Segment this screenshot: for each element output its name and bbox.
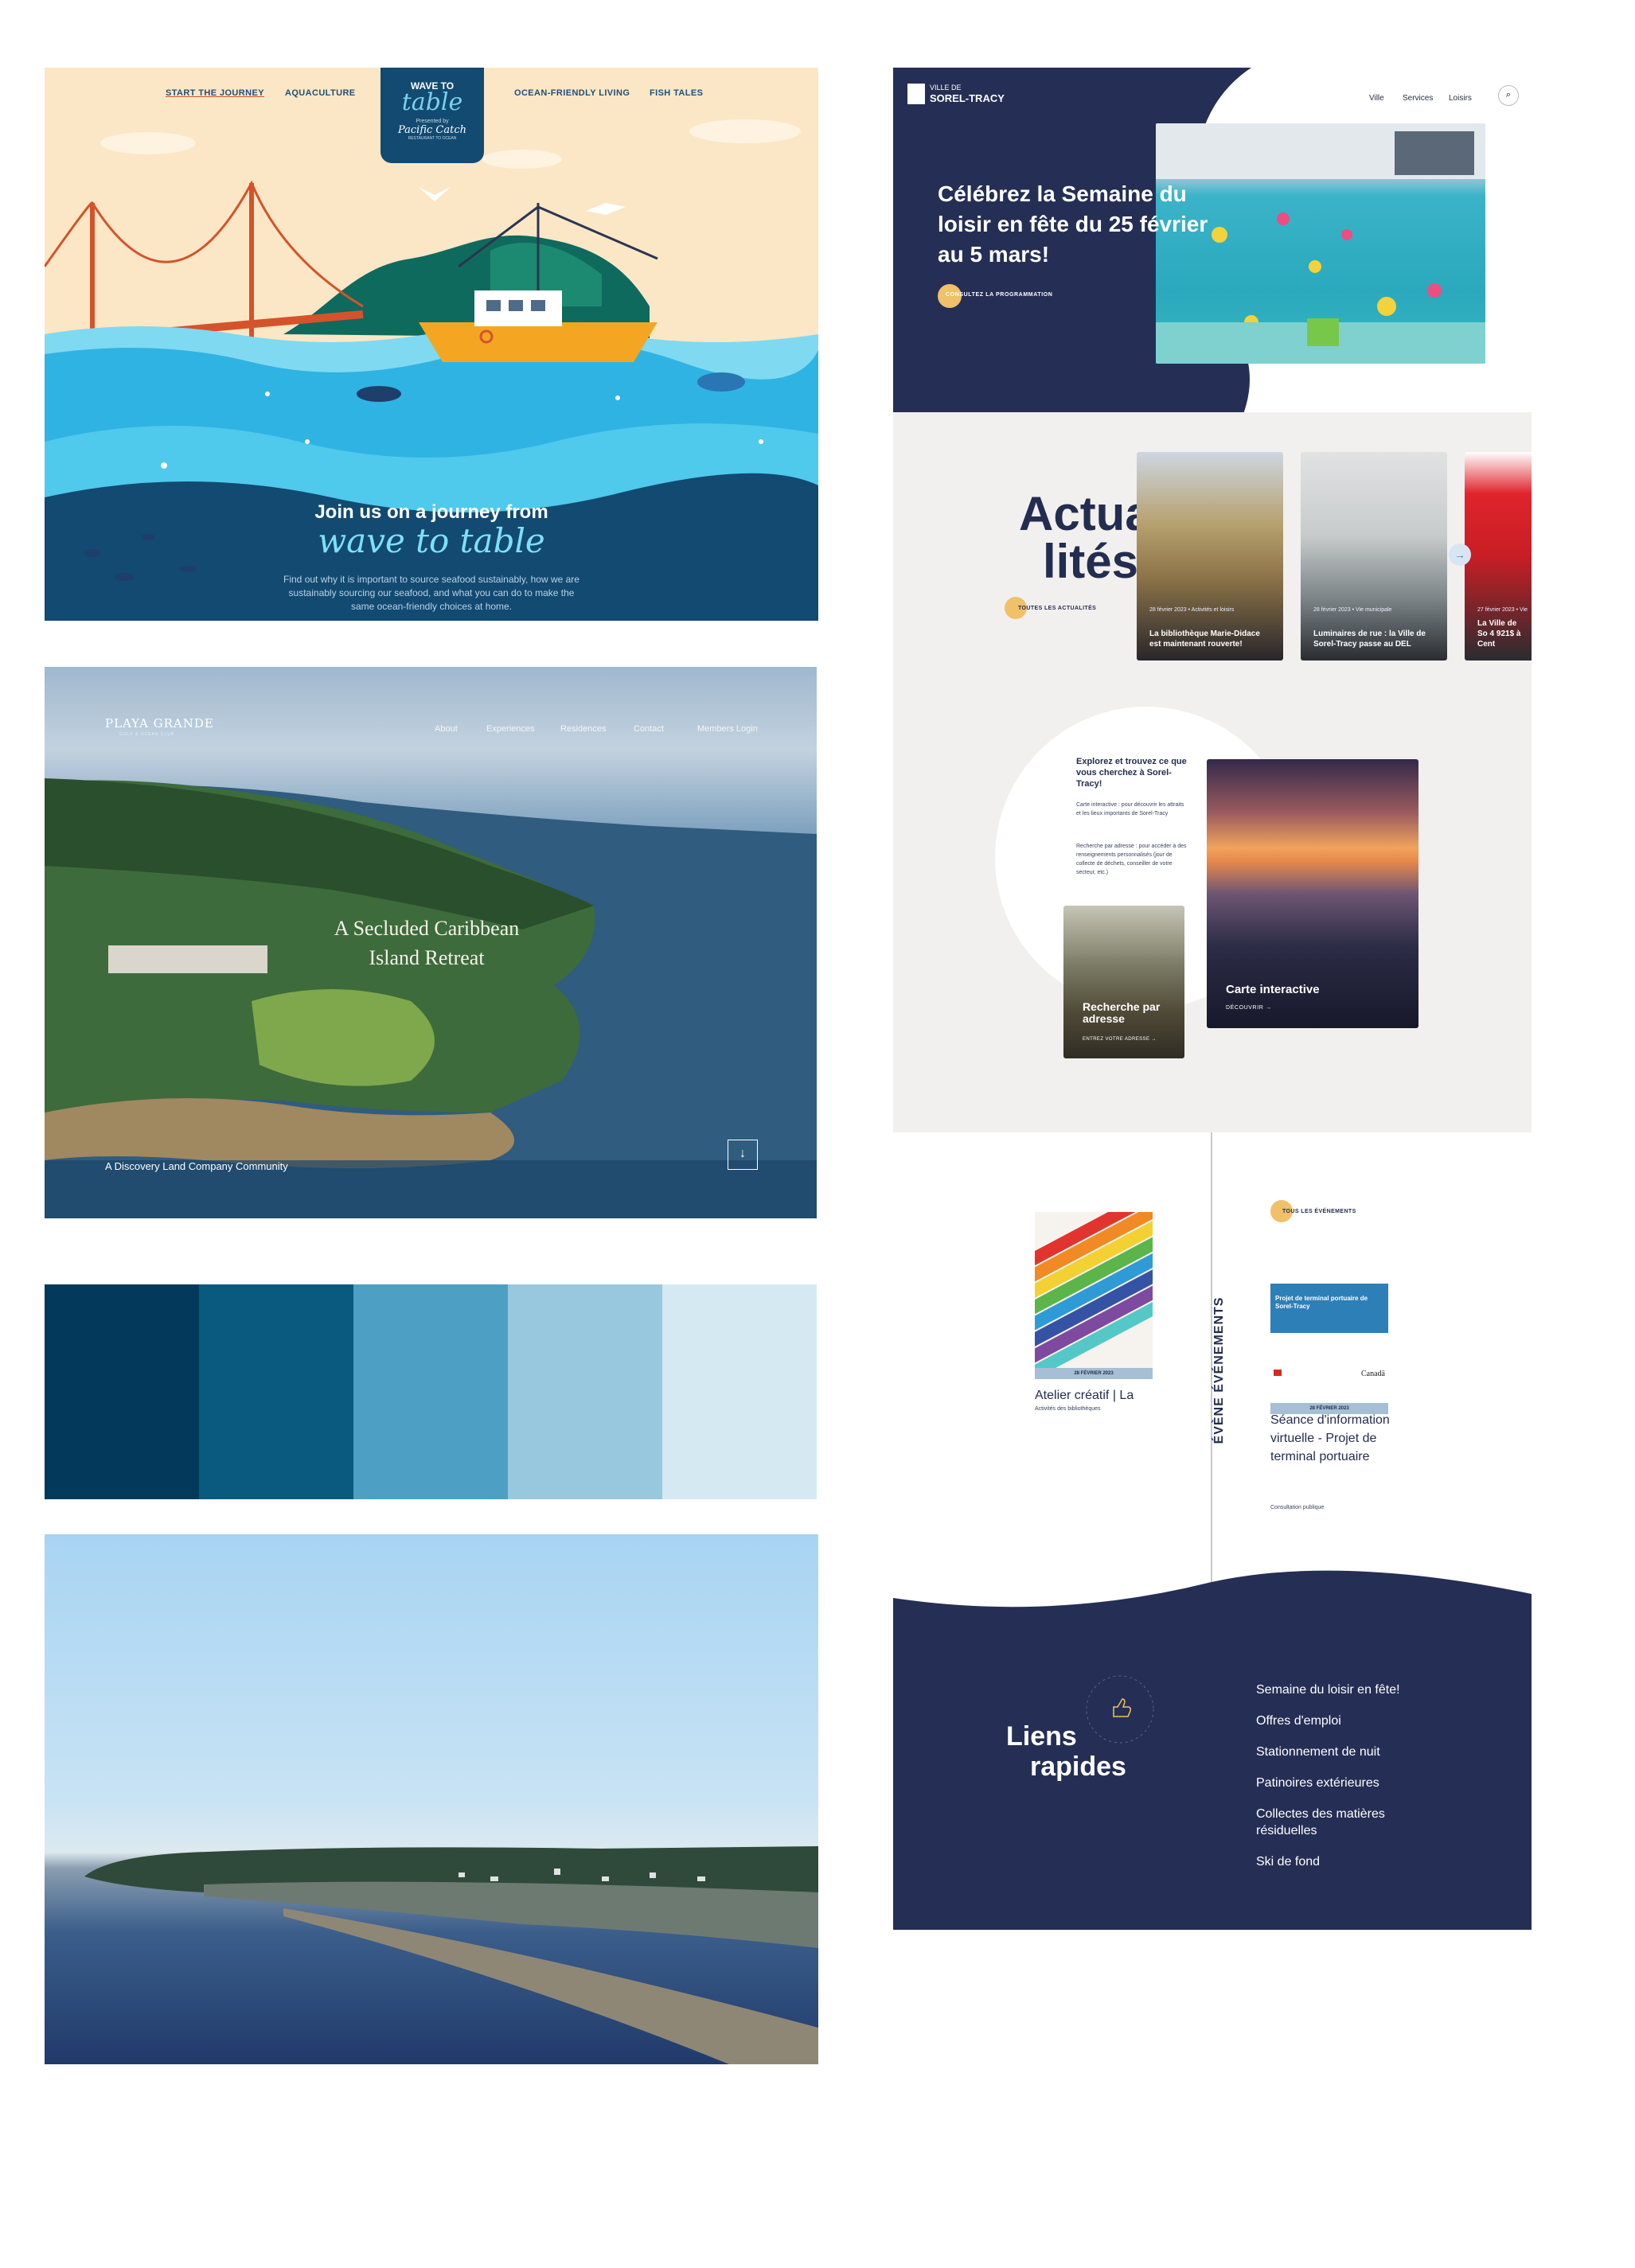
scroll-down-icon[interactable]: ↓ bbox=[728, 1140, 758, 1170]
palette-swatch-3 bbox=[353, 1284, 508, 1499]
sorel-tracy-website: VILLE DE SOREL-TRACY Ville Services Lois… bbox=[893, 68, 1532, 1930]
news-card-title: La Ville de So 4 921$ à Cent bbox=[1477, 619, 1521, 649]
event-title[interactable]: Séance d'information virtuelle - Projet … bbox=[1270, 1411, 1398, 1466]
nav-aquaculture[interactable]: AQUACULTURE bbox=[285, 88, 356, 98]
nav-ocean-friendly-living[interactable]: OCEAN-FRIENDLY LIVING bbox=[514, 88, 630, 98]
community-tagline: A Discovery Land Company Community bbox=[105, 1160, 288, 1172]
event-image-colored-pencils[interactable]: 28 FÉVRIER 2023 bbox=[1035, 1212, 1153, 1379]
coastline-landscape bbox=[84, 1846, 818, 2064]
logo-presented-by: Presented by bbox=[416, 119, 449, 124]
canada-flag-icon bbox=[1274, 1370, 1282, 1376]
palette-swatch-2 bbox=[199, 1284, 353, 1499]
playa-grande-logo-sub: GOLF & OCEAN CLUB bbox=[119, 732, 175, 737]
news-title-line2: lités bbox=[1042, 535, 1138, 588]
news-card[interactable]: 28 février 2023 • Vie municipale Luminai… bbox=[1301, 452, 1447, 661]
logo-line2: table bbox=[401, 88, 463, 116]
nav-ville[interactable]: Ville bbox=[1369, 94, 1384, 103]
interactive-map-card[interactable]: Carte interactive DÉCOUVRIR → bbox=[1207, 759, 1418, 1028]
logo-line1: VILLE DE bbox=[930, 84, 962, 92]
events-section: ÉVÈNE ÉVÉNEMENTS TOUS LES ÉVÉNEMENTS 28 … bbox=[893, 1132, 1532, 1594]
palette-swatch-1 bbox=[45, 1284, 199, 1499]
quick-links-section: Liens rapides Semaine du loisir en fête!… bbox=[893, 1562, 1532, 1930]
quick-link-item[interactable]: Offres d'emploi bbox=[1256, 1713, 1439, 1729]
logo-tagline: RESTAURANT TO OCEAN bbox=[408, 136, 457, 141]
quick-link-item[interactable]: Ski de fond bbox=[1256, 1853, 1439, 1870]
news-card[interactable]: 28 février 2023 • Activités et loisirs L… bbox=[1137, 452, 1283, 661]
nav-about[interactable]: About bbox=[435, 724, 458, 734]
address-search-card[interactable]: Recherche par adresse ENTREZ VOTRE ADRES… bbox=[1063, 906, 1184, 1058]
hero-title: Célébrez la Semaine du loisir en fête du… bbox=[938, 181, 1208, 267]
playa-grande-mockup: PLAYA GRANDE GOLF & OCEAN CLUB About Exp… bbox=[45, 667, 817, 1218]
nav-residences[interactable]: Residences bbox=[560, 724, 606, 734]
nav-experiences[interactable]: Experiences bbox=[486, 724, 535, 734]
event-category: Consultation publique bbox=[1270, 1505, 1325, 1510]
palette-swatch-5 bbox=[662, 1284, 817, 1499]
wave-to-table-logo[interactable]: WAVE TO table Presented by Pacific Catch… bbox=[380, 68, 484, 163]
seagull-icon bbox=[419, 187, 626, 215]
logo-line2[interactable]: SOREL-TRACY bbox=[930, 92, 1005, 104]
hero-script-title: wave to table bbox=[318, 521, 545, 560]
nav-services[interactable]: Services bbox=[1403, 94, 1433, 103]
event-image-port-poster[interactable]: Projet de terminal portuaire de Sorel-Tr… bbox=[1270, 1284, 1388, 1414]
quick-links-title-line1: Liens bbox=[1006, 1721, 1077, 1752]
poster-title: Projet de terminal portuaire de Sorel-Tr… bbox=[1270, 1284, 1388, 1333]
sorel-tracy-logo-icon[interactable] bbox=[907, 84, 925, 104]
logo-brand: Pacific Catch bbox=[397, 124, 466, 136]
news-card-meta: 28 février 2023 • Activités et loisirs bbox=[1149, 607, 1235, 613]
event-title[interactable]: Atelier créatif | La bbox=[1035, 1389, 1154, 1403]
explore-address-text: Recherche par adresse : pour accéder à d… bbox=[1076, 844, 1187, 875]
address-card-cta[interactable]: ENTREZ VOTRE ADRESSE → bbox=[1083, 1036, 1157, 1042]
hero-headline-line1: A Secluded Caribbean bbox=[334, 917, 520, 940]
news-card-meta: 28 février 2023 • Vie municipale bbox=[1313, 607, 1392, 613]
map-card-title: Carte interactive bbox=[1226, 983, 1320, 996]
quick-link-item[interactable]: Patinoires extérieures bbox=[1256, 1775, 1439, 1791]
event-category: Activités des bibliothèques bbox=[1035, 1406, 1101, 1412]
event-date: 28 FÉVRIER 2023 bbox=[1035, 1368, 1153, 1379]
news-section: Actua lités TOUTES LES ACTUALITÉS 28 fév… bbox=[893, 412, 1532, 1132]
canada-wordmark: Canadä bbox=[1361, 1370, 1385, 1378]
quick-link-item[interactable]: Semaine du loisir en fête! bbox=[1256, 1682, 1439, 1698]
news-card-title: Luminaires de rue : la Ville de Sorel-Tr… bbox=[1313, 629, 1426, 649]
nav-members-login[interactable]: Members Login bbox=[697, 724, 758, 734]
all-news-link[interactable]: TOUTES LES ACTUALITÉS bbox=[1018, 606, 1096, 611]
playa-grande-logo[interactable]: PLAYA GRANDE bbox=[105, 716, 214, 731]
program-cta-link[interactable]: CONSULTEZ LA PROGRAMMATION bbox=[946, 292, 1052, 298]
all-events-link[interactable]: TOUS LES ÉVÉNEMENTS bbox=[1282, 1209, 1356, 1214]
news-title-line1: Actua bbox=[1019, 487, 1152, 540]
search-icon[interactable]: ⌕ bbox=[1498, 85, 1519, 106]
quick-link-item[interactable]: Collectes des matières résiduelles bbox=[1256, 1806, 1439, 1839]
hero-headline-line2: Island Retreat bbox=[369, 946, 485, 969]
nav-loisirs[interactable]: Loisirs bbox=[1449, 94, 1472, 103]
news-card-meta: 27 février 2023 • Vie bbox=[1477, 607, 1528, 613]
events-vertical-label: ÉVÈNE ÉVÉNEMENTS bbox=[1212, 1296, 1226, 1444]
news-title: Actua lités bbox=[1019, 487, 1152, 588]
hero-section: VILLE DE SOREL-TRACY Ville Services Lois… bbox=[893, 68, 1532, 414]
map-card-cta[interactable]: DÉCOUVRIR → bbox=[1226, 1005, 1272, 1011]
quick-link-item[interactable]: Stationnement de nuit bbox=[1256, 1744, 1439, 1760]
quick-links-title-line2: rapides bbox=[1030, 1752, 1126, 1782]
next-arrow-icon[interactable]: → bbox=[1449, 544, 1471, 566]
explore-title: Explorez et trouvez ce que vous cherchez… bbox=[1076, 757, 1187, 789]
nav-fish-tales[interactable]: FISH TALES bbox=[650, 88, 703, 98]
wave-to-table-mockup: START THE JOURNEY AQUACULTURE OCEAN-FRIE… bbox=[45, 68, 818, 621]
nav-contact[interactable]: Contact bbox=[634, 724, 664, 734]
news-card[interactable]: 27 février 2023 • Vie La Ville de So 4 9… bbox=[1465, 452, 1532, 661]
town-coastline-photo bbox=[45, 1534, 818, 2064]
hero-title: Join us on a journey from bbox=[314, 501, 548, 523]
color-palette bbox=[45, 1284, 817, 1499]
hero-body: Find out why it is important to source s… bbox=[283, 574, 579, 612]
explore-map-text: Carte interactive : pour découvrir les a… bbox=[1076, 802, 1184, 816]
nav-start-journey[interactable]: START THE JOURNEY bbox=[166, 88, 264, 98]
hero-headline: A Secluded Caribbean Island Retreat bbox=[307, 914, 546, 972]
address-card-title: Recherche par adresse bbox=[1083, 1000, 1161, 1025]
quick-links-list: Semaine du loisir en fête! Offres d'empl… bbox=[1256, 1682, 1439, 1884]
quick-links-title: Liens rapides bbox=[1006, 1721, 1165, 1782]
palette-swatch-4 bbox=[508, 1284, 662, 1499]
news-card-title: La bibliothèque Marie-Didace est mainten… bbox=[1149, 629, 1260, 649]
